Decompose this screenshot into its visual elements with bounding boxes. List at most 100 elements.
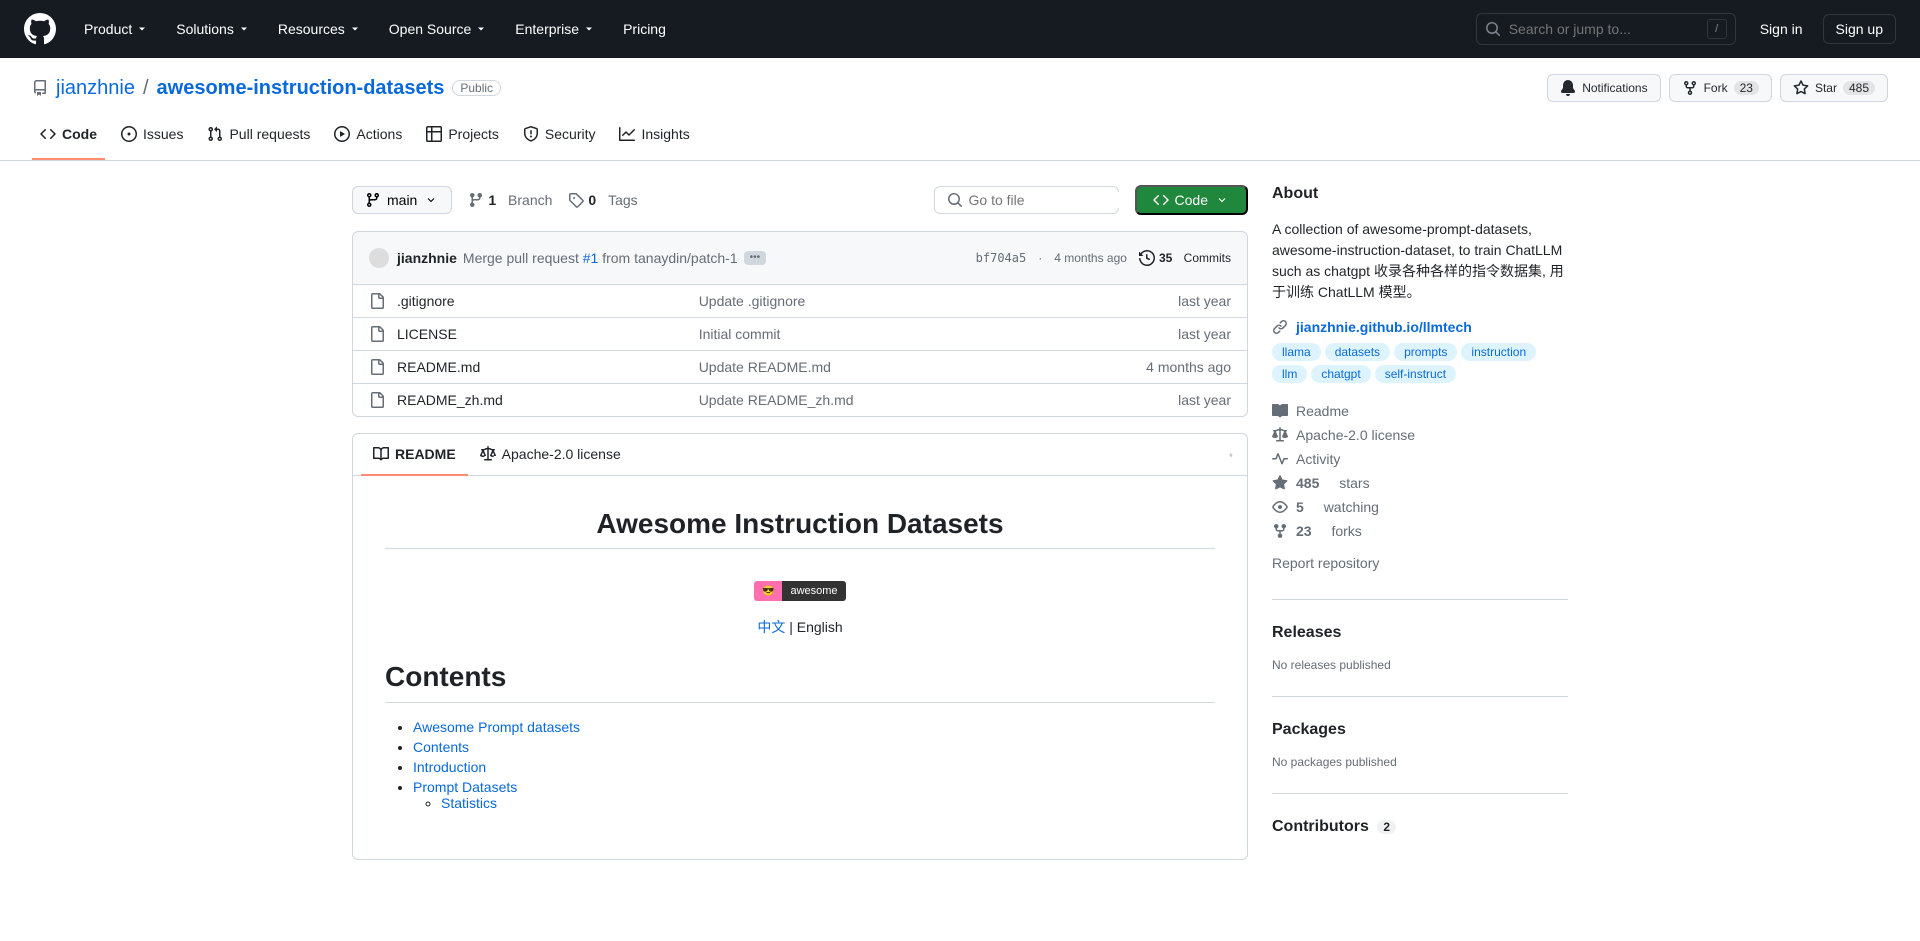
contents-heading: Contents: [385, 661, 1215, 702]
file-name-link[interactable]: README.md: [397, 359, 480, 375]
fork-button[interactable]: Fork 23: [1669, 74, 1772, 102]
stars-link[interactable]: 485 stars: [1272, 471, 1568, 495]
tab-issues[interactable]: Issues: [113, 118, 191, 160]
branch-select-button[interactable]: main: [352, 186, 452, 214]
report-link[interactable]: Report repository: [1272, 551, 1568, 575]
tags-link[interactable]: 0 Tags: [568, 192, 637, 208]
sign-up-button[interactable]: Sign up: [1823, 14, 1896, 44]
releases-heading[interactable]: Releases: [1272, 624, 1568, 642]
toc-link[interactable]: Contents: [413, 739, 469, 755]
file-icon: [369, 326, 385, 342]
website-link[interactable]: jianzhnie.github.io/llmtech: [1296, 319, 1472, 335]
sidebar: About A collection of awesome-prompt-dat…: [1272, 185, 1568, 860]
go-to-file-box[interactable]: [934, 186, 1119, 214]
readme-content: Awesome Instruction Datasets 😎 awesome 中…: [353, 476, 1247, 859]
activity-link[interactable]: Activity: [1272, 447, 1568, 471]
lang-zh-link[interactable]: 中文: [757, 619, 785, 635]
about-heading: About: [1272, 185, 1568, 203]
toc-link[interactable]: Statistics: [441, 795, 497, 811]
file-date: last year: [1178, 326, 1231, 342]
bell-icon: [1560, 80, 1576, 96]
file-icon: [369, 359, 385, 375]
repo-separator: /: [143, 77, 149, 100]
file-commit-link[interactable]: Update README_zh.md: [699, 392, 854, 408]
awesome-badge[interactable]: 😎 awesome: [754, 581, 845, 601]
readme-tabs: README Apache-2.0 license: [353, 434, 1247, 476]
commit-ellipsis-button[interactable]: •••: [744, 251, 767, 265]
repo-name-link[interactable]: awesome-instruction-datasets: [157, 77, 445, 100]
tab-actions[interactable]: Actions: [326, 118, 410, 160]
go-to-file-input[interactable]: [969, 192, 1150, 208]
tab-code[interactable]: Code: [32, 118, 105, 160]
nav-solutions[interactable]: Solutions: [164, 13, 262, 45]
readme-link[interactable]: Readme: [1272, 399, 1568, 423]
repo-icon: [32, 80, 48, 96]
tab-insights[interactable]: Insights: [611, 118, 697, 160]
contributors-heading[interactable]: Contributors 2: [1272, 818, 1568, 836]
commits-link[interactable]: 35 Commits: [1139, 250, 1231, 266]
pr-link[interactable]: #1: [583, 250, 599, 266]
nav-open-source[interactable]: Open Source: [377, 13, 500, 45]
repo-owner-link[interactable]: jianzhnie: [56, 77, 135, 100]
license-tab[interactable]: Apache-2.0 license: [468, 434, 633, 476]
toc-item: Statistics: [441, 795, 1215, 811]
header-nav: Product Solutions Resources Open Source …: [72, 13, 1476, 45]
code-button[interactable]: Code: [1135, 185, 1248, 215]
github-logo[interactable]: [24, 13, 56, 45]
chevron-down-icon: [423, 192, 439, 208]
toc-link[interactable]: Prompt Datasets: [413, 779, 517, 795]
nav-resources[interactable]: Resources: [266, 13, 373, 45]
topic[interactable]: prompts: [1394, 343, 1457, 361]
shield-icon: [523, 126, 539, 142]
file-name-link[interactable]: LICENSE: [397, 326, 457, 342]
file-commit-link[interactable]: Update README.md: [699, 359, 831, 375]
toc-link[interactable]: Introduction: [413, 759, 486, 775]
toc-link[interactable]: Awesome Prompt datasets: [413, 719, 580, 735]
topic[interactable]: llama: [1272, 343, 1321, 361]
packages-heading[interactable]: Packages: [1272, 721, 1568, 739]
file-list: .gitignore Update .gitignore last year L…: [352, 285, 1248, 417]
readme-tab[interactable]: README: [361, 434, 468, 476]
topic[interactable]: self-instruct: [1375, 365, 1456, 383]
readme-box: README Apache-2.0 license Awesome Instru…: [352, 433, 1248, 860]
tab-projects[interactable]: Projects: [418, 118, 507, 160]
releases-section: Releases No releases published: [1272, 624, 1568, 697]
commit-author-link[interactable]: jianzhnie: [397, 250, 457, 266]
about-section: About A collection of awesome-prompt-dat…: [1272, 185, 1568, 600]
license-link[interactable]: Apache-2.0 license: [1272, 423, 1568, 447]
avatar[interactable]: [369, 248, 389, 268]
topic[interactable]: llm: [1272, 365, 1307, 383]
star-button[interactable]: Star 485: [1780, 74, 1888, 102]
branches-link[interactable]: 1 Branch: [468, 192, 552, 208]
file-name-link[interactable]: .gitignore: [397, 293, 455, 309]
fork-icon: [1272, 523, 1288, 539]
outline-button[interactable]: [1223, 447, 1239, 463]
topics: llama datasets prompts instruction llm c…: [1272, 343, 1568, 383]
commit-sha-link[interactable]: bf704a5: [976, 251, 1027, 265]
notifications-button[interactable]: Notifications: [1547, 74, 1660, 102]
pr-icon: [207, 126, 223, 142]
search-input[interactable]: [1509, 21, 1707, 37]
topic[interactable]: instruction: [1461, 343, 1536, 361]
tab-pull-requests[interactable]: Pull requests: [199, 118, 318, 160]
nav-enterprise[interactable]: Enterprise: [503, 13, 607, 45]
watching-link[interactable]: 5 watching: [1272, 495, 1568, 519]
repo-title: jianzhnie / awesome-instruction-datasets…: [32, 77, 501, 100]
link-icon: [1272, 319, 1288, 335]
star-icon: [1793, 80, 1809, 96]
file-icon: [369, 293, 385, 309]
nav-pricing[interactable]: Pricing: [611, 13, 678, 45]
tab-security[interactable]: Security: [515, 118, 604, 160]
file-commit-link[interactable]: Initial commit: [699, 326, 781, 342]
search-box[interactable]: /: [1476, 13, 1736, 45]
nav-product[interactable]: Product: [72, 13, 160, 45]
forks-link[interactable]: 23 forks: [1272, 519, 1568, 543]
commit-message[interactable]: Merge pull request #1 from tanaydin/patc…: [463, 250, 738, 266]
file-name-link[interactable]: README_zh.md: [397, 392, 503, 408]
topic[interactable]: datasets: [1325, 343, 1390, 361]
tag-icon: [568, 192, 584, 208]
topic[interactable]: chatgpt: [1311, 365, 1370, 383]
file-commit-link[interactable]: Update .gitignore: [699, 293, 806, 309]
sign-in-link[interactable]: Sign in: [1752, 13, 1811, 45]
file-date: 4 months ago: [1146, 359, 1231, 375]
